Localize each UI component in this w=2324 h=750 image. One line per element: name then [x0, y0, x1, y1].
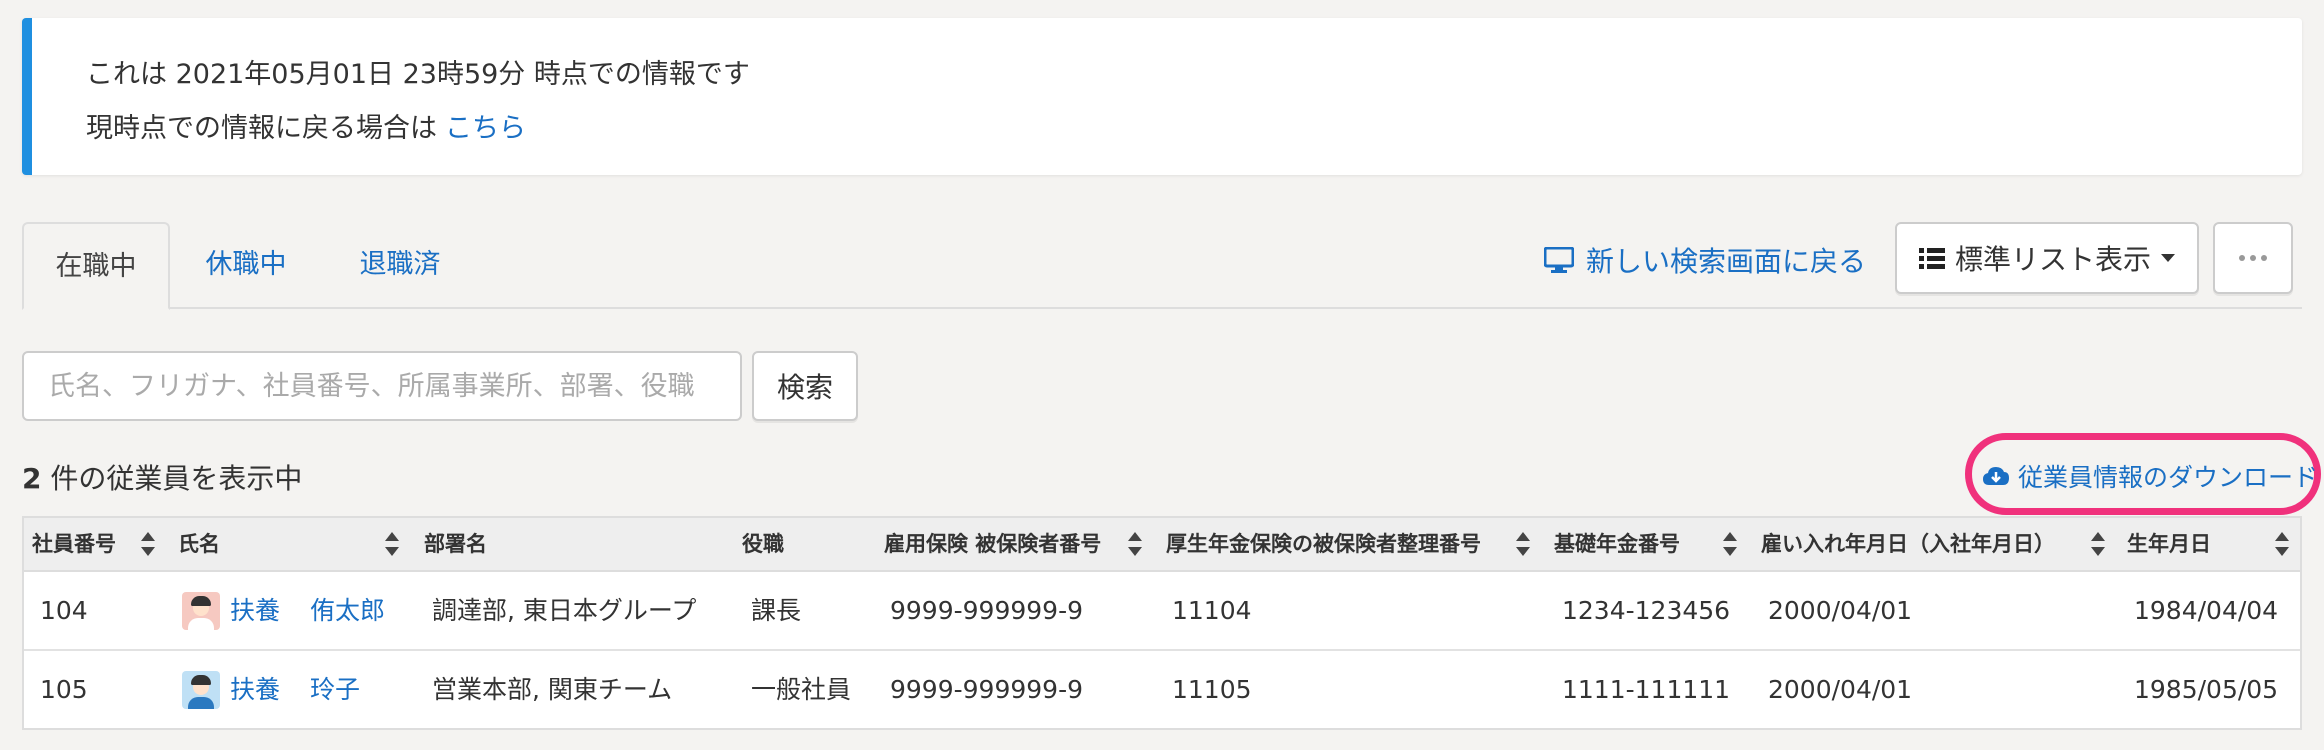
result-count-number: 2	[22, 462, 42, 495]
download-employee-info-label: 従業員情報のダウンロード	[2018, 463, 2319, 492]
employee-given-name: 玲子	[310, 675, 361, 704]
back-to-new-search-label: 新しい検索画面に戻る	[1586, 245, 1867, 278]
list-icon	[1918, 248, 1945, 269]
basic-pension-cell: 1111-111111	[1562, 675, 1731, 704]
result-count: 2 件の従業員を表示中	[22, 457, 302, 497]
banner-return-link[interactable]: こちら	[445, 113, 526, 144]
search-button[interactable]: 検索	[752, 351, 858, 421]
employee-table: 社員番号 氏名 部署名 役職 雇用保険 被保険者番号 厚生年金保険の被保険者整理…	[22, 516, 2302, 730]
sort-icon[interactable]	[2091, 532, 2105, 556]
employment-insurance-cell: 9999-999999-9	[890, 675, 1084, 704]
search-input[interactable]	[22, 351, 742, 421]
department-cell: 調達部, 東日本グループ	[432, 596, 697, 625]
basic-pension-cell: 1234-123456	[1562, 596, 1731, 625]
banner-snapshot-text: これは 2021年05月01日 23時59分 時点での情報です	[86, 59, 750, 90]
female-avatar-icon	[182, 670, 220, 709]
column-header-basic-pension[interactable]: 基礎年金番号	[1554, 518, 1680, 570]
monitor-icon	[1544, 247, 1574, 273]
pension-number-cell: 11104	[1172, 596, 1252, 625]
list-display-dropdown[interactable]: 標準リスト表示	[1895, 222, 2199, 294]
employee-id-cell: 105	[40, 675, 88, 704]
hire-date-cell: 2000/04/01	[1768, 596, 1913, 625]
position-cell: 一般社員	[751, 675, 852, 704]
more-options-button[interactable]	[2213, 222, 2293, 294]
table-header: 社員番号 氏名 部署名 役職 雇用保険 被保険者番号 厚生年金保険の被保険者整理…	[24, 518, 2300, 572]
tab-active-employees[interactable]: 在職中	[22, 222, 170, 310]
employee-family-name: 扶養	[230, 675, 281, 704]
sort-icon[interactable]	[141, 532, 155, 556]
employee-name-link[interactable]: 扶養 玲子	[182, 651, 360, 728]
banner-return-label: 現時点での情報に戻る場合は	[86, 113, 437, 144]
male-avatar-icon	[182, 591, 220, 630]
chevron-down-icon	[2161, 254, 2175, 262]
column-header-position: 役職	[742, 532, 784, 556]
download-employee-info-link[interactable]: 従業員情報のダウンロード	[1982, 458, 2318, 494]
list-display-label: 標準リスト表示	[1954, 243, 2151, 276]
ellipsis-icon	[2239, 255, 2267, 261]
birth-date-cell: 1984/04/04	[2134, 596, 2279, 625]
table-row: 104 扶養 侑太郎 調達部, 東日本グループ 課長 9999-999999-9…	[24, 572, 2300, 651]
info-banner: これは 2021年05月01日 23時59分 時点での情報です 現時点での情報に…	[22, 18, 2302, 175]
sort-icon[interactable]	[2275, 532, 2289, 556]
department-cell: 営業本部, 関東チーム	[432, 675, 673, 704]
tab-retired[interactable]: 退職済	[340, 222, 460, 308]
column-header-name[interactable]: 氏名	[178, 518, 220, 570]
employee-name-link[interactable]: 扶養 侑太郎	[182, 572, 385, 649]
column-header-birth-date[interactable]: 生年月日	[2127, 518, 2211, 570]
column-header-hire-date[interactable]: 雇い入れ年月日（入社年月日）	[1761, 518, 2055, 570]
column-header-department: 部署名	[424, 532, 487, 556]
banner-return-text: 現時点での情報に戻る場合は こちら	[86, 106, 526, 145]
hire-date-cell: 2000/04/01	[1768, 675, 1913, 704]
birth-date-cell: 1985/05/05	[2134, 675, 2279, 704]
tab-on-leave[interactable]: 休職中	[186, 222, 306, 308]
sort-icon[interactable]	[1723, 532, 1737, 556]
employment-insurance-cell: 9999-999999-9	[890, 596, 1084, 625]
table-row: 105 扶養 玲子 営業本部, 関東チーム 一般社員 9999-999999-9…	[24, 651, 2300, 728]
pension-number-cell: 11105	[1172, 675, 1252, 704]
employee-id-cell: 104	[40, 596, 88, 625]
position-cell: 課長	[751, 596, 802, 625]
back-to-new-search-link[interactable]: 新しい検索画面に戻る	[1544, 240, 1866, 280]
column-header-employment-insurance[interactable]: 雇用保険 被保険者番号	[884, 518, 1101, 570]
employee-given-name: 侑太郎	[310, 596, 386, 625]
column-header-pension-number[interactable]: 厚生年金保険の被保険者整理番号	[1166, 518, 1481, 570]
cloud-download-icon	[1983, 467, 2009, 485]
sort-icon[interactable]	[385, 532, 399, 556]
sort-icon[interactable]	[1516, 532, 1530, 556]
column-header-employee-id[interactable]: 社員番号	[32, 518, 116, 570]
result-count-label: 件の従業員を表示中	[50, 462, 303, 495]
tabs-divider	[22, 307, 2302, 309]
employee-family-name: 扶養	[230, 596, 281, 625]
sort-icon[interactable]	[1128, 532, 1142, 556]
